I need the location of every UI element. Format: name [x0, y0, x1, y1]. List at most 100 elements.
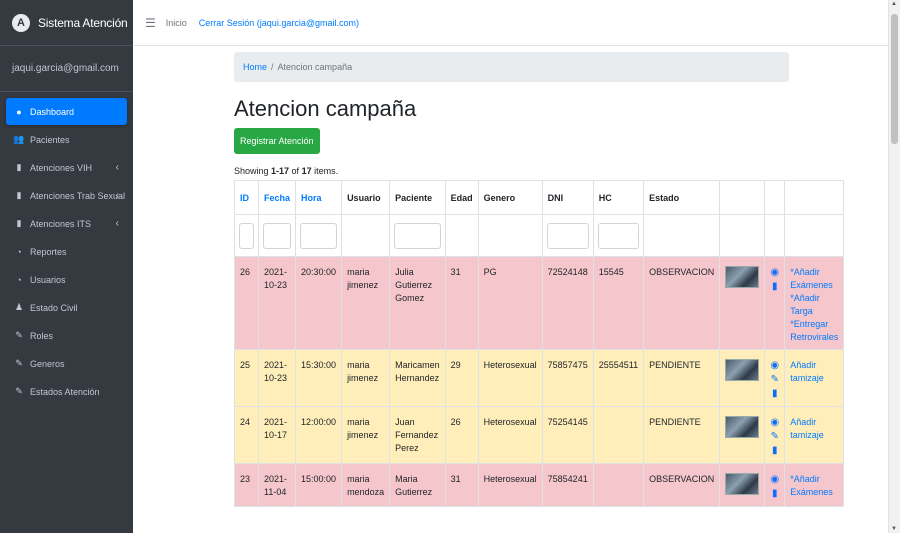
filter-cell — [643, 214, 721, 257]
column-header — [719, 180, 766, 215]
sidebar-item-dashboard[interactable]: ● Dashboard — [6, 98, 127, 125]
user-email[interactable]: jaqui.garcia@gmail.com — [12, 63, 119, 74]
cell-hc — [592, 406, 645, 465]
cell-links: Añadir tamizaje — [784, 349, 845, 408]
eye-icon[interactable]: ◉ — [767, 416, 782, 430]
cell-photo — [719, 349, 766, 408]
trash-icon[interactable]: ▮ — [767, 487, 782, 501]
filter-cell — [234, 214, 259, 257]
eye-icon[interactable]: ◉ — [767, 359, 782, 373]
patient-photo-thumbnail[interactable] — [725, 359, 760, 382]
filter-cell — [295, 214, 343, 257]
home-link[interactable]: Inicio — [166, 18, 187, 28]
scroll-down-icon[interactable]: ▼ — [891, 526, 897, 532]
cell-estado: PENDIENTE — [643, 349, 721, 408]
row-action-link[interactable]: *Añadir Targa — [790, 292, 838, 318]
brand-text: Sistema Atención — [38, 15, 128, 30]
trash-icon[interactable]: ▮ — [767, 387, 782, 401]
sidebar-item-label: Estado Civil — [30, 302, 78, 313]
trash-icon[interactable]: ▮ — [767, 444, 782, 458]
main-content: Home / Atencion campaña Atencion campaña… — [133, 46, 888, 533]
pencil-icon[interactable]: ✎ — [767, 430, 782, 444]
eye-icon[interactable]: ◉ — [767, 266, 782, 280]
patient-photo-thumbnail[interactable] — [725, 416, 760, 439]
sidebar: A Sistema Atención jaqui.garcia@gmail.co… — [0, 0, 133, 533]
sidebar-item-estado-civil[interactable]: ♟ Estado Civil — [6, 294, 127, 321]
breadcrumb-current: Atencion campaña — [277, 62, 353, 72]
summary-mid: of — [289, 166, 302, 176]
column-filter-input[interactable] — [394, 222, 441, 249]
column-filter-input[interactable] — [263, 222, 292, 249]
patient-photo-thumbnail[interactable] — [725, 473, 760, 496]
scroll-up-icon[interactable]: ▲ — [891, 1, 897, 7]
trash-icon[interactable]: ▮ — [767, 280, 782, 294]
cell-photo — [719, 255, 766, 351]
cell-usuario: maria jimenez — [341, 349, 391, 408]
dashboard-icon: ● — [16, 106, 22, 117]
chevron-left-icon[interactable]: ‹ — [116, 162, 119, 173]
chart-icon: ◔ — [16, 274, 22, 285]
chevron-left-icon[interactable]: ‹ — [116, 190, 119, 201]
sidebar-item-label: Dashboard — [30, 106, 75, 117]
cell-fecha: 2021- 11-04 — [257, 463, 297, 508]
sidebar-item-atenciones-vih[interactable]: ▮ Atenciones VIH ‹ — [6, 154, 127, 181]
row-action-link[interactable]: Añadir tamizaje — [790, 416, 838, 442]
sidebar-item-roles[interactable]: ✎ Roles — [6, 322, 127, 349]
row-action-link[interactable]: *Añadir Exámenes — [790, 266, 838, 292]
users-icon: 👥 — [13, 134, 25, 144]
column-filter-input[interactable] — [239, 222, 254, 249]
row-action-link[interactable]: *Añadir Exámenes — [790, 473, 838, 499]
chevron-left-icon[interactable]: ‹ — [116, 218, 119, 229]
column-header[interactable]: Hora — [295, 180, 343, 215]
filter-cell — [341, 214, 391, 257]
cell-edad: 31 — [444, 255, 479, 351]
cell-estado: PENDIENTE — [643, 406, 721, 465]
top-navbar: ☰ Inicio Cerrar Sesión (jaqui.garcia@gma… — [133, 0, 888, 46]
table-row: 25 2021- 10-23 15:30:00 maria jimenez Marica… — [234, 349, 845, 408]
row-action-link[interactable]: *Entregar Retrovirales — [790, 318, 838, 344]
column-header: Genero — [477, 180, 543, 215]
logout-link[interactable]: Cerrar Sesión (jaqui.garcia@gmail.com) — [199, 18, 359, 28]
person-icon: ♟ — [14, 302, 24, 312]
eye-icon[interactable]: ◉ — [767, 473, 782, 487]
summary-prefix: Showing — [234, 166, 272, 176]
column-header: Usuario — [341, 180, 391, 215]
summary-suffix: items. — [311, 166, 339, 176]
column-filter-input[interactable] — [300, 222, 338, 249]
patient-photo-thumbnail[interactable] — [725, 266, 760, 288]
sidebar-item-label: Atenciones VIH — [30, 162, 93, 173]
cell-links: Añadir tamizaje — [784, 406, 845, 465]
column-filter-input[interactable] — [597, 222, 640, 249]
table-row: 26 2021- 10-23 20:30:00 maria jimenez Julia … — [234, 255, 845, 351]
row-action-link[interactable]: Añadir tamizaje — [790, 359, 838, 385]
user-panel[interactable]: jaqui.garcia@gmail.com — [0, 46, 133, 92]
scrollbar-thumb[interactable] — [891, 14, 898, 144]
column-header[interactable]: Fecha — [257, 180, 297, 215]
sidebar-item-atenciones-trab-sexual[interactable]: ▮ Atenciones Trab Sexual ‹ — [6, 182, 127, 209]
cell-estado: OBSERVACION — [643, 463, 721, 508]
menu-toggle-icon[interactable]: ☰ — [145, 16, 156, 30]
vertical-scrollbar[interactable]: ▲ ▼ — [888, 0, 900, 533]
filter-cell — [541, 214, 594, 257]
brand-logo-icon: A — [12, 13, 30, 32]
register-attention-button[interactable]: Registrar Atención — [234, 128, 320, 154]
breadcrumb-home-link[interactable]: Home — [243, 62, 267, 72]
sidebar-item-estados-atención[interactable]: ✎ Estados Atención — [6, 378, 127, 405]
sidebar-item-usuarios[interactable]: ◔ Usuarios — [6, 266, 127, 293]
cell-genero: Heterosexual — [477, 349, 543, 408]
column-filter-input[interactable] — [546, 222, 589, 249]
filter-cell — [592, 214, 645, 257]
sidebar-item-atenciones-its[interactable]: ▮ Atenciones ITS ‹ — [6, 210, 127, 237]
sidebar-item-generos[interactable]: ✎ Generos — [6, 350, 127, 377]
sidebar-item-label: Usuarios — [30, 274, 66, 285]
sidebar-item-pacientes[interactable]: 👥 Pacientes — [6, 126, 127, 153]
filter-cell — [257, 214, 297, 257]
cell-genero: Heterosexual — [477, 406, 543, 465]
sidebar-item-reportes[interactable]: ◔ Reportes — [6, 238, 127, 265]
brand-link[interactable]: A Sistema Atención — [0, 0, 133, 46]
edit-icon: ✎ — [15, 358, 23, 368]
pencil-icon[interactable]: ✎ — [767, 373, 782, 387]
column-header: Edad — [444, 180, 479, 215]
cell-hora: 12:00:00 — [295, 406, 343, 465]
column-header[interactable]: ID — [234, 180, 259, 215]
